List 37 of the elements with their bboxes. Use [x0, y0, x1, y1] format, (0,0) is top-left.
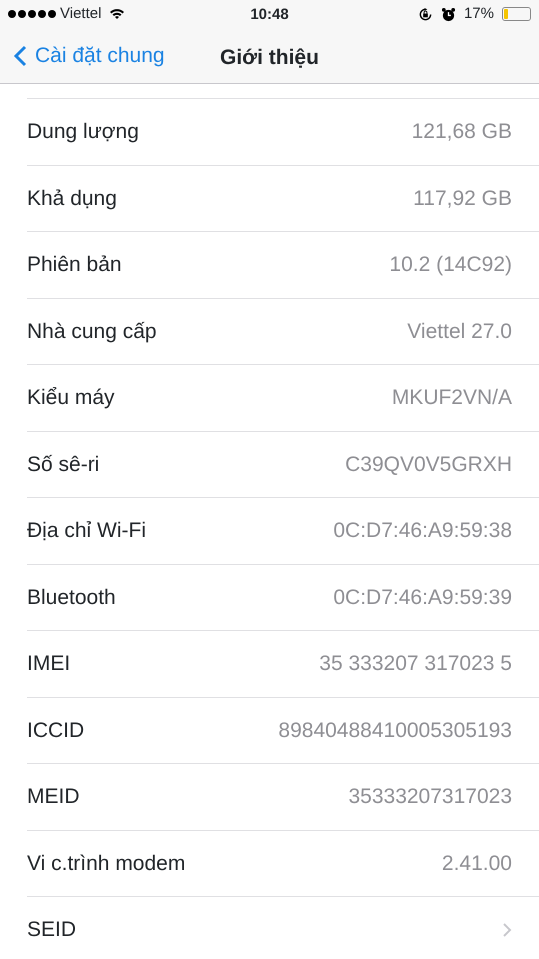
alarm-clock-icon	[440, 6, 456, 22]
row-value: 121,68 GB	[412, 119, 512, 145]
row-value: 89840488410005305193	[278, 718, 512, 744]
back-button[interactable]: Cài đặt chung	[0, 40, 165, 72]
row-value: 35 333207 317023 5	[319, 651, 512, 677]
row-value: 0C:D7:46:A9:59:38	[333, 518, 512, 544]
row-value: Viettel 27.0	[407, 318, 512, 344]
wifi-icon	[109, 8, 126, 20]
row-value: 10.2 (14C92)	[389, 252, 512, 278]
row-label: Vi c.trình modem	[27, 850, 186, 876]
back-chevron-icon	[14, 44, 27, 66]
row-value: 117,92 GB	[413, 186, 512, 212]
row-value: MKUF2VN/A	[392, 385, 512, 411]
signal-icon	[8, 10, 56, 18]
row-label: ICCID	[27, 718, 84, 744]
row-label: Phiên bản	[27, 252, 122, 278]
status-time: 10:48	[250, 5, 289, 25]
row-label: Địa chỉ Wi-Fi	[27, 518, 146, 544]
row-value: 35333207317023	[348, 784, 512, 810]
page-title: Giới thiệu	[220, 45, 319, 71]
row-label: Kiểu máy	[27, 385, 115, 411]
carrier-name: Viettel	[60, 4, 102, 24]
row-value: C39QV0V5GRXH	[345, 452, 512, 478]
battery-icon	[502, 7, 531, 21]
row-label: MEID	[27, 784, 80, 810]
rotation-lock-icon	[418, 6, 433, 22]
row-value: 0C:D7:46:A9:59:39	[333, 584, 512, 610]
seid-row[interactable]: SEID	[27, 896, 539, 959]
row-label: Số sê-ri	[27, 452, 100, 478]
row-label: Bluetooth	[27, 584, 116, 610]
row-label: Khả dụng	[27, 186, 117, 212]
battery-percent: 17%	[464, 4, 494, 24]
row-value: 2.41.00	[442, 850, 512, 876]
row-label: Nhà cung cấp	[27, 318, 157, 344]
chevron-icon	[502, 922, 512, 938]
row-label: Dung lượng	[27, 119, 139, 145]
row-label: IMEI	[27, 651, 70, 677]
